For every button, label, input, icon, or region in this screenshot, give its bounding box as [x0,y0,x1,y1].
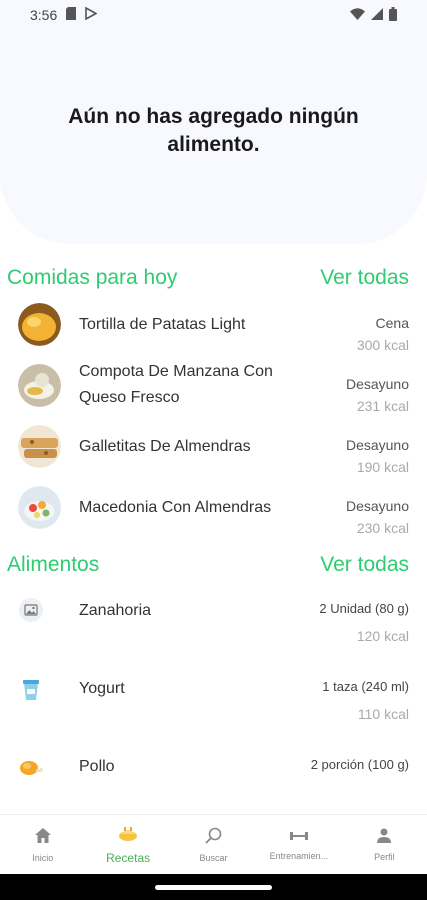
food-name: Zanahoria [79,602,152,619]
meal-kcal: 300 kcal [356,337,409,353]
recipes-icon [118,825,138,847]
nav-item-perfil[interactable]: Perfil [342,815,427,874]
nav-item-entrenamiento[interactable]: Entrenamien... [256,815,341,874]
nav-label: Perfil [374,851,395,862]
food-row[interactable]: Pollo 2 porción (100 g) [0,748,427,818]
meal-kcal: 190 kcal [356,459,409,475]
foods-see-all-link[interactable]: Ver todas [320,553,409,577]
search-icon [205,827,222,849]
meals-section-title: Comidas para hoy [7,266,178,289]
meal-kcal: 231 kcal [356,398,409,414]
food-row[interactable]: Yogurt 1 taza (240 ml) 110 kcal [0,670,427,740]
yogurt-cup-icon [18,676,44,702]
meal-type: Desayuno [345,437,409,453]
nav-item-recetas[interactable]: Recetas [85,815,170,874]
food-portion: 2 Unidad (80 g) [319,601,409,616]
meals-section-header: Comidas para hoy Ver todas [0,266,427,290]
signal-icon [371,7,383,23]
sd-card-icon [66,7,77,23]
meal-thumbnail [18,486,61,529]
image-placeholder-icon [18,597,44,623]
status-bar: 3:56 [0,0,427,30]
food-portion: 1 taza (240 ml) [322,679,409,694]
foods-section-header: Alimentos Ver todas [0,553,427,577]
person-icon [377,828,392,848]
meals-see-all-link[interactable]: Ver todas [320,266,409,290]
foods-section-title: Alimentos [7,553,100,576]
wifi-icon [350,7,365,23]
food-row[interactable]: Zanahoria 2 Unidad (80 g) 120 kcal [0,592,427,662]
home-gesture-handle[interactable] [155,885,272,890]
meal-thumbnail [18,364,61,407]
system-navigation-bar [0,874,427,900]
meal-type: Desayuno [345,498,409,514]
nav-label: Recetas [106,850,151,865]
food-portion: 2 porción (100 g) [310,757,409,772]
meal-name: Tortilla de Patatas Light [79,316,246,333]
nav-label: Inicio [32,852,54,863]
nav-item-inicio[interactable]: Inicio [0,815,85,874]
meal-name: Galletitas De Almendras [79,438,251,455]
meal-row[interactable]: Galletitas De Almendras Desayuno 190 kca… [0,418,427,478]
battery-icon [389,6,397,24]
food-kcal: 120 kcal [356,628,409,644]
meal-kcal: 230 kcal [356,520,409,536]
food-kcal: 110 kcal [357,706,409,722]
meal-row[interactable]: Compota De Manzana Con Queso Fresco Desa… [0,357,427,417]
nav-label: Buscar [199,852,228,863]
meal-row[interactable]: Macedonia Con Almendras Desayuno 230 kca… [0,479,427,539]
meal-name: Compota De Manzana Con Queso Fresco [79,363,273,406]
meal-name: Macedonia Con Almendras [79,499,272,516]
meal-type: Cena [375,315,409,331]
nav-label: Entrenamien... [269,850,329,861]
clock: 3:56 [30,7,58,23]
home-icon [34,827,52,849]
bottom-navigation: Inicio Recetas Buscar Entrenamien... Per… [0,814,427,874]
play-store-icon [85,6,98,23]
empty-state-panel: Aún no has agregado ningún alimento. [0,0,427,244]
nav-item-buscar[interactable]: Buscar [171,815,256,874]
food-name: Pollo [79,758,115,775]
meal-thumbnail [18,425,61,468]
meal-thumbnail [18,303,61,346]
meal-row[interactable]: Tortilla de Patatas Light Cena 300 kcal [0,296,427,356]
meal-type: Desayuno [345,376,409,392]
dumbbell-icon [289,829,309,847]
food-name: Yogurt [79,680,125,697]
empty-state-message: Aún no has agregado ningún alimento. [68,105,359,156]
chicken-icon [18,754,44,780]
